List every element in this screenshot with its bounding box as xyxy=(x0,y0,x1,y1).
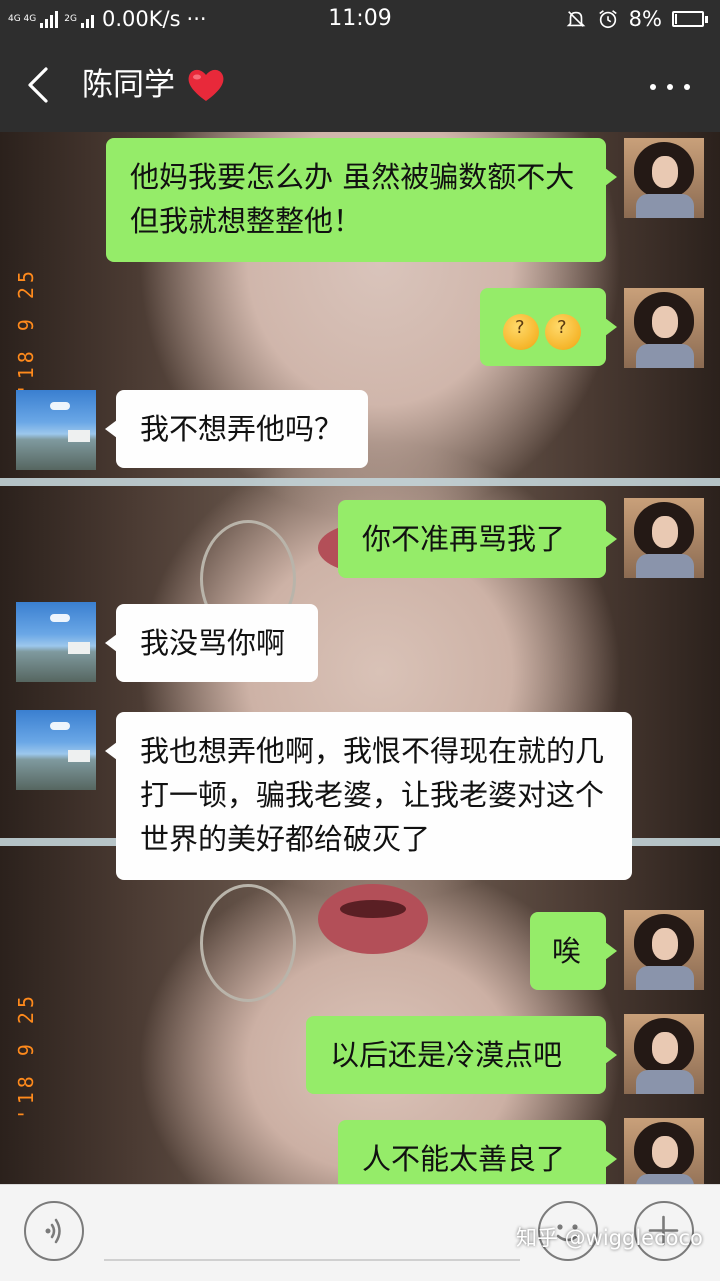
more-options-button[interactable] xyxy=(650,72,690,102)
my-avatar[interactable] xyxy=(624,1118,704,1184)
dot xyxy=(667,84,673,90)
battery-charging-icon: ⚡ xyxy=(672,11,708,27)
message-input[interactable] xyxy=(104,1201,520,1261)
message-bubble-received[interactable]: 我不想弄他吗？ xyxy=(105,390,368,468)
dot xyxy=(684,84,690,90)
status-bar: 4G 4G 2G 0.00K/s ··· 11:09 8% ⚡ xyxy=(0,0,720,38)
confused-face-icon xyxy=(545,314,581,350)
photo-seam xyxy=(0,478,720,486)
my-avatar[interactable] xyxy=(624,288,704,368)
heart-icon xyxy=(188,69,224,101)
bell-muted-icon xyxy=(566,11,585,27)
battery-percent: 8% xyxy=(628,7,662,31)
date-stamp: '18 9 25 xyxy=(14,992,38,1121)
watermark: 知乎 @wigglecoco xyxy=(516,1226,703,1250)
status-right: 8% ⚡ xyxy=(565,0,708,38)
voice-button[interactable] xyxy=(24,1201,84,1261)
message-bubble-sent[interactable]: 他妈我要怎么办 虽然被骗数额不大 但我就想整整他！ xyxy=(106,138,617,262)
confused-face-icon xyxy=(503,314,539,350)
back-button[interactable] xyxy=(20,65,60,105)
photo-earring xyxy=(200,884,296,1002)
voice-wave-icon xyxy=(45,1218,61,1244)
alarm-clock-icon xyxy=(598,10,617,29)
message-bubble-sent[interactable]: 唉 xyxy=(530,912,617,990)
message-bubble-received[interactable]: 我没骂你啊 xyxy=(105,604,318,682)
date-stamp: '18 9 25 xyxy=(14,267,38,396)
my-avatar[interactable] xyxy=(624,910,704,990)
my-avatar[interactable] xyxy=(624,1014,704,1094)
chat-background[interactable]: '18 9 25 '18 9 25 他妈我要怎么办 虽然被骗数额不大 但我就想整… xyxy=(0,132,720,1184)
contact-avatar[interactable] xyxy=(16,602,96,682)
my-avatar[interactable] xyxy=(624,498,704,578)
message-bubble-sent[interactable] xyxy=(480,288,617,366)
my-avatar[interactable] xyxy=(624,138,704,218)
message-bubble-sent[interactable]: 以后还是冷漠点吧 xyxy=(306,1016,617,1094)
chat-header: 陈同学 xyxy=(0,38,720,132)
chat-title: 陈同学 xyxy=(82,67,175,103)
message-bubble-received[interactable]: 我也想弄他啊，我恨不得现在就的几打一顿，骗我老婆，让我老婆对这个世界的美好都给破… xyxy=(105,712,632,880)
message-bubble-sent[interactable]: 你不准再骂我了 xyxy=(338,500,617,578)
photo-lips xyxy=(318,884,428,954)
dot xyxy=(650,84,656,90)
contact-avatar[interactable] xyxy=(16,390,96,470)
message-bubble-sent[interactable]: 人不能太善良了 xyxy=(338,1120,617,1184)
contact-avatar[interactable] xyxy=(16,710,96,790)
